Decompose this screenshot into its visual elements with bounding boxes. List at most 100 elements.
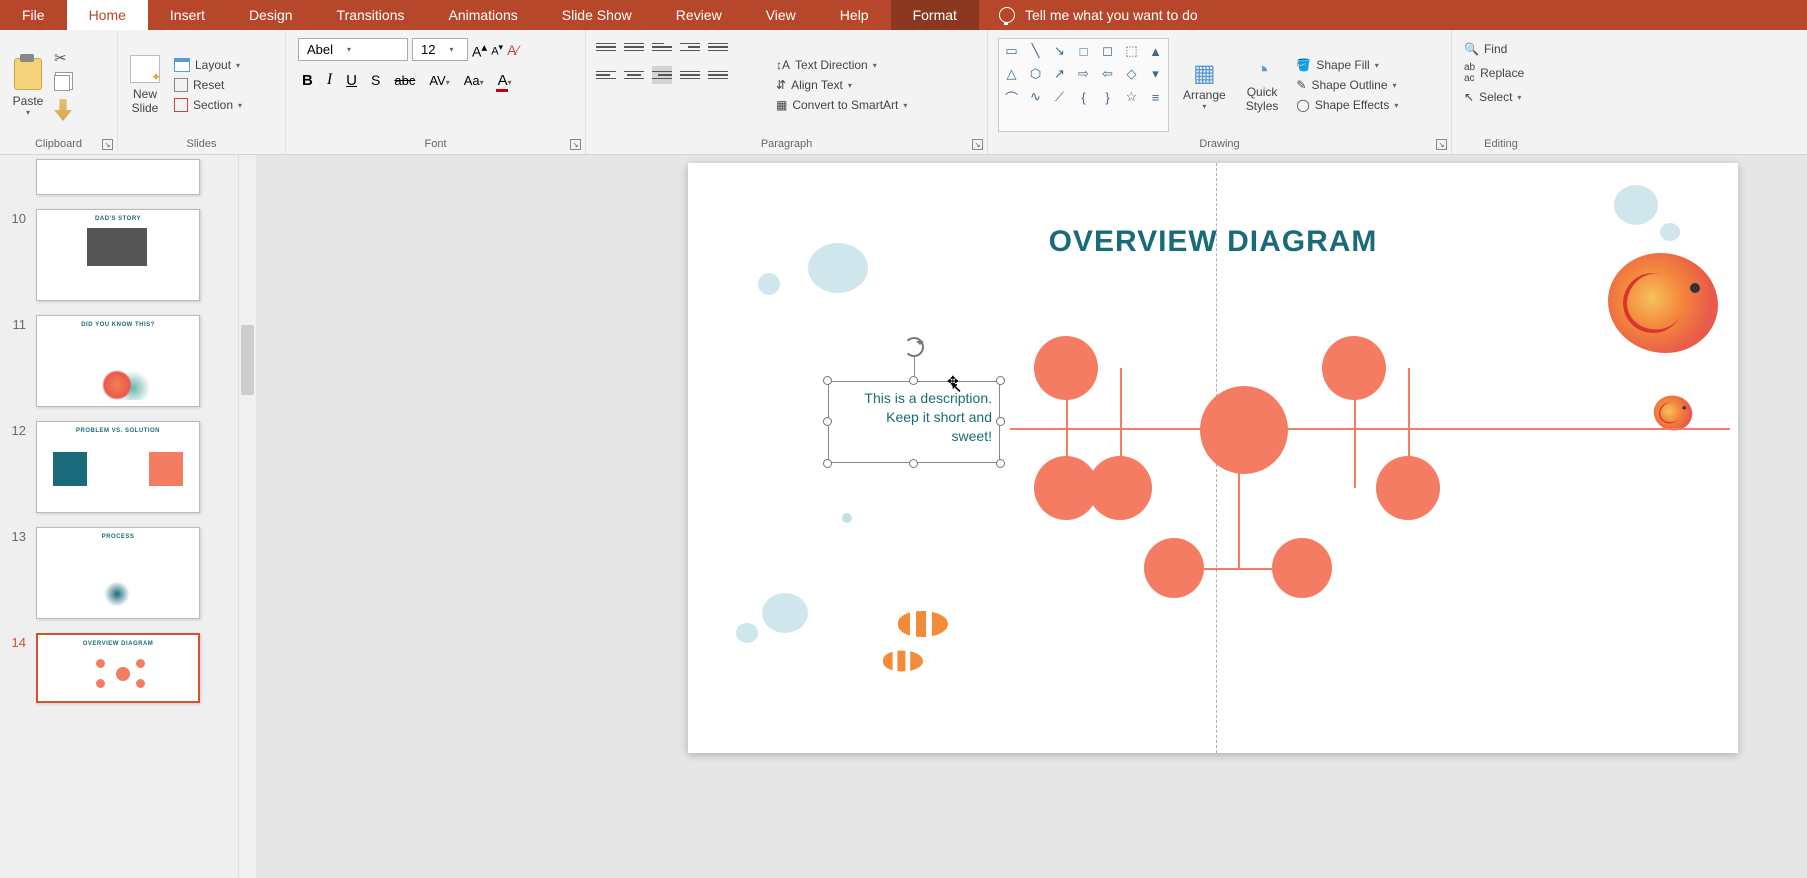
diagram-node[interactable] (1088, 456, 1152, 520)
tab-animations[interactable]: Animations (426, 0, 539, 30)
resize-handle[interactable] (823, 376, 832, 385)
copy-button[interactable] (54, 75, 70, 91)
tab-help[interactable]: Help (818, 0, 891, 30)
shape-fill-button[interactable]: 🪣Shape Fill▾ (1292, 56, 1402, 74)
font-size-combo[interactable]: 12▾ (412, 38, 468, 61)
main-area: 10 DAD'S STORY 11 DID YOU KNOW THIS? 12 … (0, 155, 1807, 878)
scrollbar-thumb[interactable] (241, 325, 254, 395)
tab-review[interactable]: Review (654, 0, 744, 30)
strike-button[interactable]: abc (390, 71, 419, 90)
search-icon: 🔍 (1464, 42, 1479, 56)
paste-button[interactable]: Paste ▾ (6, 34, 50, 136)
rotation-handle[interactable] (904, 337, 924, 357)
selected-textbox[interactable]: This is a description. Keep it short and… (828, 381, 1000, 463)
thumbnail-scrollbar[interactable] (238, 155, 256, 878)
shrink-font-button[interactable]: A▾ (491, 42, 503, 58)
shapes-gallery[interactable]: ▭╲↘□◻⬚▲ △⬡↗⇨⇦◇▾ ⌒∿⟋{}☆≡ (998, 38, 1169, 132)
slide-thumbnail-panel[interactable]: 10 DAD'S STORY 11 DID YOU KNOW THIS? 12 … (0, 155, 238, 878)
shape-effects-button[interactable]: ◯Shape Effects▾ (1292, 96, 1402, 114)
inc-indent-button[interactable] (680, 38, 700, 56)
smartart-icon: ▦ (776, 98, 787, 112)
slide-thumb-12[interactable]: 12 PROBLEM VS. SOLUTION (0, 417, 238, 523)
tell-me-label: Tell me what you want to do (1025, 7, 1198, 23)
align-left-button[interactable] (596, 66, 616, 84)
align-right-button[interactable] (652, 66, 672, 84)
slide-canvas[interactable]: OVERVIEW DIAGRAM (256, 155, 1807, 878)
resize-handle[interactable] (996, 376, 1005, 385)
clear-format-button[interactable]: A⁄ (507, 42, 519, 58)
font-name-combo[interactable]: Abel▾ (298, 38, 408, 61)
overview-diagram[interactable] (1010, 328, 1730, 618)
find-button[interactable]: 🔍Find (1460, 40, 1542, 58)
group-editing: 🔍Find abacReplace ↖Select▾ Editing (1452, 30, 1550, 154)
slide-thumb-13[interactable]: 13 PROCESS (0, 523, 238, 629)
clipboard-launcher[interactable]: ↘ (102, 139, 113, 150)
tab-transitions[interactable]: Transitions (315, 0, 427, 30)
justify-button[interactable] (680, 66, 700, 84)
diagram-center-node[interactable] (1200, 386, 1288, 474)
select-button[interactable]: ↖Select▾ (1460, 88, 1542, 106)
format-painter-button[interactable] (54, 99, 72, 121)
reset-button[interactable]: Reset (170, 76, 246, 94)
section-button[interactable]: Section▾ (170, 96, 246, 114)
tab-slideshow[interactable]: Slide Show (540, 0, 654, 30)
align-text-button[interactable]: ⇵Align Text▾ (772, 76, 911, 94)
bold-button[interactable]: B (298, 70, 317, 91)
tab-view[interactable]: View (744, 0, 818, 30)
tab-format[interactable]: Format (891, 0, 979, 30)
diagram-node[interactable] (1376, 456, 1440, 520)
slide-thumb-11[interactable]: 11 DID YOU KNOW THIS? (0, 311, 238, 417)
columns-button[interactable] (708, 66, 728, 84)
new-slide-button[interactable]: New Slide (124, 34, 166, 136)
italic-button[interactable]: I (323, 69, 336, 91)
resize-handle[interactable] (996, 459, 1005, 468)
drawing-launcher[interactable]: ↘ (1436, 139, 1447, 150)
underline-button[interactable]: U (342, 70, 361, 91)
pen-icon: ✎ (1296, 78, 1306, 92)
textbox-content[interactable]: This is a description. Keep it short and… (836, 389, 992, 455)
cut-button[interactable]: ✂ (54, 49, 72, 67)
layout-button[interactable]: Layout▾ (170, 56, 246, 74)
align-text-icon: ⇵ (776, 78, 786, 92)
slide-thumb-14[interactable]: 14 OVERVIEW DIAGRAM (0, 629, 238, 713)
tell-me-search[interactable]: Tell me what you want to do (979, 0, 1198, 30)
text-direction-button[interactable]: ↕AText Direction▾ (772, 56, 911, 74)
diagram-node[interactable] (1322, 336, 1386, 400)
tab-home[interactable]: Home (67, 0, 148, 30)
line-spacing-button[interactable] (708, 38, 728, 56)
tab-design[interactable]: Design (227, 0, 315, 30)
font-color-button[interactable]: A▾ (494, 70, 516, 91)
char-spacing-button[interactable]: AV▾ (425, 71, 453, 90)
replace-button[interactable]: abacReplace (1460, 60, 1542, 86)
font-launcher[interactable]: ↘ (570, 139, 581, 150)
layout-icon (174, 58, 190, 72)
quick-styles-button[interactable]: ◔ Quick Styles (1240, 38, 1285, 132)
shadow-button[interactable]: S (367, 70, 384, 90)
ribbon: Paste ▾ ✂ Clipboard ↘ New Slide Layout▾ … (0, 30, 1807, 155)
diagram-node[interactable] (1144, 538, 1204, 598)
align-center-button[interactable] (624, 66, 644, 84)
slide-thumb-10[interactable]: 10 DAD'S STORY (0, 205, 238, 311)
resize-handle[interactable] (823, 459, 832, 468)
convert-smartart-button[interactable]: ▦Convert to SmartArt▾ (772, 96, 911, 114)
diagram-node[interactable] (1272, 538, 1332, 598)
tab-file[interactable]: File (0, 0, 67, 30)
resize-handle[interactable] (909, 459, 918, 468)
dec-indent-button[interactable] (652, 38, 672, 56)
arrange-button[interactable]: ▦ Arrange▾ (1177, 38, 1232, 132)
numbering-button[interactable] (624, 38, 644, 56)
resize-handle[interactable] (823, 417, 832, 426)
paragraph-launcher[interactable]: ↘ (972, 139, 983, 150)
effects-icon: ◯ (1296, 98, 1309, 112)
current-slide[interactable]: OVERVIEW DIAGRAM (688, 163, 1738, 753)
change-case-button[interactable]: Aa▾ (460, 71, 488, 90)
resize-handle[interactable] (909, 376, 918, 385)
bullets-button[interactable] (596, 38, 616, 56)
text-direction-icon: ↕A (776, 58, 790, 72)
tab-insert[interactable]: Insert (148, 0, 227, 30)
grow-font-button[interactable]: A▴ (472, 40, 487, 60)
resize-handle[interactable] (996, 417, 1005, 426)
slide-thumb-partial[interactable] (36, 159, 200, 195)
move-cursor-icon (944, 373, 966, 395)
shape-outline-button[interactable]: ✎Shape Outline▾ (1292, 76, 1402, 94)
